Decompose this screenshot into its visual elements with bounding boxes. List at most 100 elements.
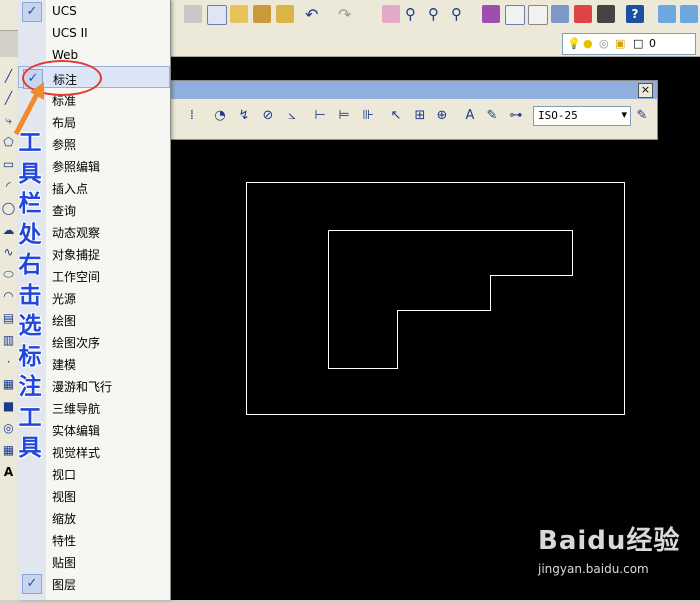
continue-dimension-icon[interactable]: ⊪ [359, 107, 377, 125]
dimension-update-icon[interactable]: ⊶ [507, 107, 525, 125]
watermark: Baidu经验 jingyan.baidu.com [538, 520, 681, 576]
lock-icon: ▣ [615, 37, 626, 50]
menu-item-label: UCS [52, 4, 77, 18]
inner-stepped-outline [328, 230, 573, 369]
menu-item-label: 绘图 [52, 314, 77, 328]
zoom-window-icon[interactable]: ⚲ [428, 5, 446, 23]
undo-icon[interactable]: ↶ [305, 5, 323, 24]
layer-manager-icon[interactable] [658, 5, 676, 23]
menu-item-label: 贴图 [52, 556, 77, 570]
menu-item-label: 绘图次序 [52, 336, 101, 350]
caption-char: 标 [18, 342, 42, 370]
design-center-icon[interactable] [505, 5, 525, 25]
caption-char: 选 [18, 312, 42, 339]
zoom-realtime-icon[interactable]: ⚲ [405, 5, 423, 23]
paste-icon[interactable] [230, 5, 248, 23]
block-editor-icon[interactable] [276, 5, 294, 23]
help-icon[interactable]: ? [626, 5, 644, 23]
dimension-edit-icon[interactable]: A [461, 107, 479, 125]
pan-icon[interactable] [382, 5, 400, 23]
caption-char: 注 [18, 373, 42, 400]
sun-icon: ● [583, 37, 593, 50]
dimension-toolbar-titlebar[interactable]: × [171, 81, 657, 99]
match-properties-icon[interactable] [253, 5, 271, 23]
layer-name: 0 [649, 37, 656, 50]
vertical-instruction-caption: 工具栏处右击选标注工具 [14, 128, 46, 464]
layers-toolbar: 💡 ● ◎ ▣ □ 0 [170, 30, 700, 57]
dimension-text-edit-icon[interactable]: ✎ [483, 107, 501, 125]
quick-leader-icon[interactable]: ↖ [387, 107, 405, 125]
menu-item[interactable]: ✓ UCS [18, 0, 170, 22]
menu-item[interactable]: 视图 [18, 484, 170, 506]
chevron-down-icon: ▾ [621, 108, 627, 121]
multiline-text-icon[interactable]: A [1, 465, 16, 480]
menu-item-label: 布局 [52, 116, 77, 130]
menu-item-label: 漫游和飞行 [52, 380, 113, 394]
menu-item-label: 三维导航 [52, 402, 101, 416]
close-icon[interactable]: × [638, 83, 653, 98]
properties-icon[interactable] [482, 5, 500, 23]
tolerance-icon[interactable]: ⊞ [411, 107, 429, 125]
freeze-icon: ◎ [599, 37, 609, 50]
menu-item-label: 光源 [52, 292, 77, 306]
checkmark-icon: ✓ [22, 2, 42, 22]
menu-item-label: 建模 [52, 358, 77, 372]
watermark-brand: Baidu经验 [538, 526, 681, 556]
bulb-icon: 💡 [567, 37, 581, 50]
color-swatch-icon: □ [633, 37, 644, 50]
dimension-style-value: ISO-25 [538, 109, 578, 122]
dimension-toolbar: × ⁞ ◔ ↯ ⊘ ⦣ ⊢ ⊨ ⊪ ↖ ⊞ ⊕ A ✎ ⊶ ISO-25 ▾ ✎ [170, 80, 658, 140]
menu-item-label: 特性 [52, 534, 77, 548]
redo-icon[interactable]: ↷ [338, 5, 356, 24]
layer-dropdown[interactable]: 💡 ● ◎ ▣ □ 0 [562, 33, 696, 55]
menu-item[interactable]: 贴图 [18, 550, 170, 572]
center-mark-icon[interactable]: ⊕ [433, 107, 451, 125]
tool-palettes-icon[interactable] [528, 5, 548, 25]
outer-rectangle [246, 182, 625, 415]
menu-item-label: 视口 [52, 468, 77, 482]
copy-icon[interactable] [207, 5, 227, 25]
cut-icon[interactable] [184, 5, 202, 23]
menu-item-label: UCS II [52, 26, 88, 40]
menu-item-label: 图层 [52, 578, 77, 592]
menu-item[interactable]: 视口 [18, 462, 170, 484]
menu-item-label: 动态观察 [52, 226, 101, 240]
baseline-dimension-icon[interactable]: ⊨ [335, 107, 353, 125]
watermark-url: jingyan.baidu.com [538, 562, 649, 576]
caption-char: 击 [18, 281, 42, 309]
dimension-style-select[interactable]: ISO-25 ▾ [533, 106, 631, 126]
zoom-previous-icon[interactable]: ⚲ [451, 5, 469, 23]
menu-item-label: 工作空间 [52, 270, 101, 284]
angular-dimension-icon[interactable]: ⦣ [283, 107, 301, 125]
menu-item-label: 参照编辑 [52, 160, 101, 174]
menu-item-label: 插入点 [52, 182, 89, 196]
caption-char: 右 [18, 251, 42, 278]
diameter-dimension-icon[interactable]: ⊘ [259, 107, 277, 125]
markup-icon[interactable] [574, 5, 592, 23]
checkmark-icon: ✓ [22, 574, 42, 594]
radius-dimension-icon[interactable]: ◔ [211, 107, 229, 125]
sheet-set-icon[interactable] [551, 5, 569, 23]
menu-item-label: 参照 [52, 138, 77, 152]
menu-item-label: 视觉样式 [52, 446, 101, 460]
menu-item[interactable]: 缩放 [18, 506, 170, 528]
layer-state-icon[interactable] [680, 5, 698, 23]
caption-char: 具 [18, 159, 42, 187]
menu-item-label: 对象捕捉 [52, 248, 101, 262]
calculator-icon[interactable] [597, 5, 615, 23]
menu-item-label: 查询 [52, 204, 77, 218]
caption-char: 工 [18, 129, 42, 156]
menu-item-label: 视图 [52, 490, 77, 504]
quick-dimension-icon[interactable]: ⊢ [311, 107, 329, 125]
menu-item[interactable]: ✓ 图层 [18, 572, 170, 594]
menu-item[interactable]: UCS II [18, 22, 170, 44]
ordinate-dimension-icon[interactable]: ⁞ [183, 107, 201, 125]
menu-item[interactable]: 特性 [18, 528, 170, 550]
jogged-dimension-icon[interactable]: ↯ [235, 107, 253, 125]
caption-char: 栏 [18, 190, 42, 217]
caption-char: 工 [18, 403, 42, 431]
dimension-style-icon[interactable]: ✎ [633, 107, 651, 125]
caption-char: 具 [18, 434, 42, 461]
menu-item-label: 实体编辑 [52, 424, 101, 438]
caption-char: 处 [18, 220, 42, 248]
